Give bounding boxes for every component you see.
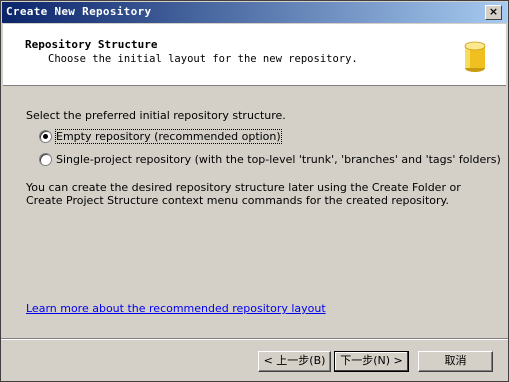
option-single-project-label[interactable]: Single-project repository (with the top-… [56, 153, 501, 166]
description-text: You can create the desired repository st… [26, 181, 461, 207]
title-bar[interactable]: Create New Repository × [2, 2, 507, 23]
wizard-header: Repository Structure Choose the initial … [3, 24, 506, 86]
header-title: Repository Structure [25, 38, 158, 51]
back-button[interactable]: < 上一步(B) [258, 351, 331, 372]
database-icon [464, 41, 486, 72]
option-single-project[interactable]: Single-project repository (with the top-… [39, 153, 501, 166]
close-button[interactable]: × [485, 5, 502, 20]
footer-divider [1, 338, 508, 340]
radio-single-project[interactable] [39, 153, 52, 166]
cancel-button[interactable]: 取消 [418, 351, 493, 372]
radio-empty[interactable] [39, 130, 52, 143]
dialog-window: Create New Repository × Repository Struc… [0, 0, 509, 382]
window-title: Create New Repository [6, 5, 152, 18]
close-icon: × [488, 5, 499, 18]
header-subtitle: Choose the initial layout for the new re… [48, 53, 358, 65]
next-button[interactable]: 下一步(N) > [334, 351, 409, 372]
learn-more-link[interactable]: Learn more about the recommended reposit… [26, 302, 326, 315]
option-empty-label[interactable]: Empty repository (recommended option) [55, 129, 282, 144]
option-empty-repository[interactable]: Empty repository (recommended option) [39, 129, 282, 144]
intro-text: Select the preferred initial repository … [26, 109, 286, 122]
